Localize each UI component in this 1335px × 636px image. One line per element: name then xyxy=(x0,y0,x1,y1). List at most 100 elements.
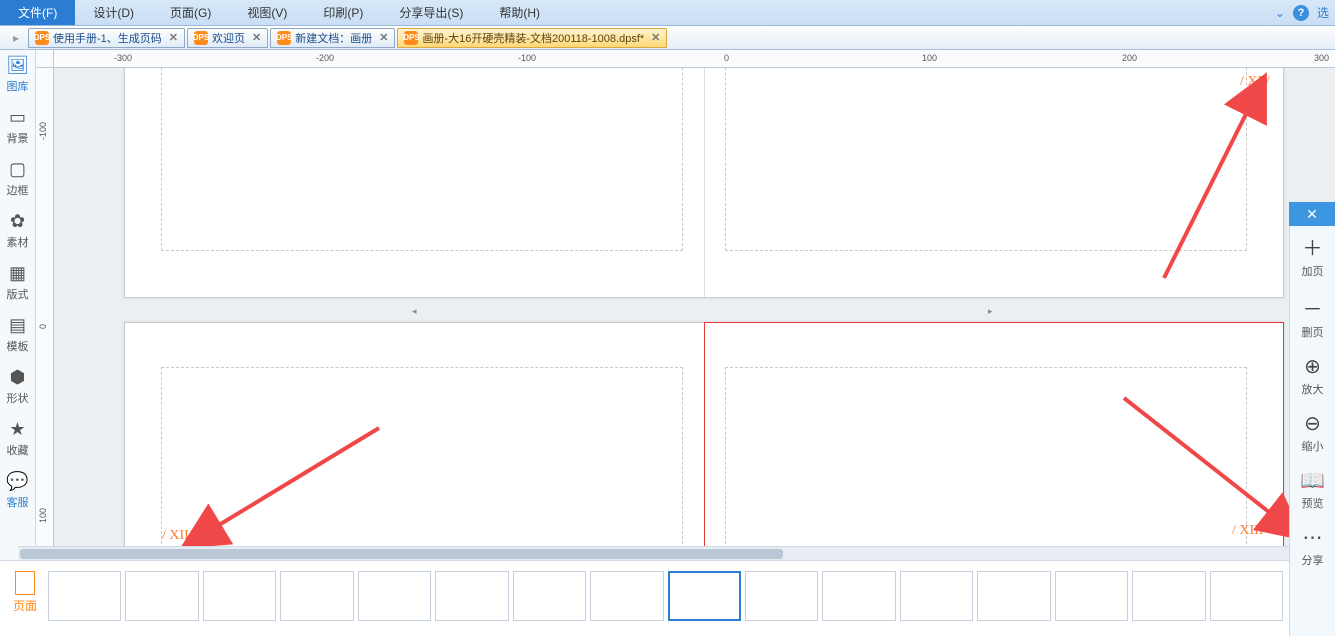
page-thumb[interactable] xyxy=(435,571,508,621)
tab-label: 画册-大16开硬壳精装-文档200118-1008.dpsf* xyxy=(422,30,644,46)
doc-icon: DPS xyxy=(35,31,49,45)
menu-view[interactable]: 视图(V) xyxy=(229,0,305,25)
page-thumb[interactable] xyxy=(1055,571,1128,621)
page-thumb[interactable] xyxy=(358,571,431,621)
tabbar: ▸ DPS 使用手册-1、生成页码 ✕ DPS 欢迎页 ✕ DPS 新建文档：画… xyxy=(0,26,1335,50)
sidebar-support[interactable]: 💬客服 xyxy=(1,470,35,510)
page-thumb[interactable] xyxy=(280,571,353,621)
menu-export[interactable]: 分享导出(S) xyxy=(381,0,481,25)
close-icon[interactable]: ✕ xyxy=(651,31,660,44)
page-thumb[interactable] xyxy=(1132,571,1205,621)
zoom-in-icon: ⊕ xyxy=(1304,354,1321,379)
handle-icon: ◂ xyxy=(412,306,418,312)
close-icon[interactable]: ✕ xyxy=(252,31,261,44)
canvas-inner[interactable]: / XI / ◂ ▸ / XII / / XIII xyxy=(54,68,1335,560)
sidebar-favorite[interactable]: ★收藏 xyxy=(1,418,35,458)
tab-label: 新建文档：画册 xyxy=(295,30,372,46)
page-tab-label: 页面 xyxy=(13,597,37,614)
delete-page-button[interactable]: －删页 xyxy=(1302,293,1324,340)
margin-left xyxy=(161,68,683,251)
doc-icon: DPS xyxy=(277,31,291,45)
spine xyxy=(704,68,705,297)
zoom-out-button[interactable]: ⊖缩小 xyxy=(1302,411,1324,454)
ruler-horizontal: -300 -200 -100 0 100 200 300 xyxy=(54,50,1335,68)
menu-help[interactable]: 帮助(H) xyxy=(481,0,558,25)
page-thumb[interactable] xyxy=(745,571,818,621)
chevron-down-icon[interactable]: ⌄ xyxy=(1275,6,1285,20)
rp-label: 预览 xyxy=(1302,495,1324,511)
sidebar-background[interactable]: ▭背景 xyxy=(1,106,35,146)
ruler-tick: -200 xyxy=(316,53,334,63)
arrow-annotation xyxy=(1114,388,1294,541)
help-icon[interactable]: ? xyxy=(1293,5,1309,21)
page-thumb[interactable] xyxy=(513,571,586,621)
close-icon[interactable]: ✕ xyxy=(379,31,388,44)
add-page-button[interactable]: ＋加页 xyxy=(1302,232,1324,279)
sidebar-shape[interactable]: ⬢形状 xyxy=(1,366,35,406)
sidebar-gallery[interactable]: 🖼图库 xyxy=(1,54,35,94)
horizontal-scrollbar[interactable] xyxy=(18,546,1289,560)
right-panel: ✕ ＋加页 －删页 ⊕放大 ⊖缩小 📖预览 ⋯分享 xyxy=(1289,226,1335,636)
page-thumb[interactable] xyxy=(977,571,1050,621)
play-icon[interactable]: ▸ xyxy=(4,31,28,45)
close-icon[interactable]: ✕ xyxy=(169,31,178,44)
tab-current-doc[interactable]: DPS 画册-大16开硬壳精装-文档200118-1008.dpsf* ✕ xyxy=(397,28,667,48)
page-thumbnails xyxy=(48,565,1283,632)
page-thumb[interactable] xyxy=(900,571,973,621)
tab-welcome[interactable]: DPS 欢迎页 ✕ xyxy=(187,28,268,48)
bottom-bar: 页面 xyxy=(0,560,1289,636)
sidebar-label: 图库 xyxy=(7,78,29,94)
flower-icon: ✿ xyxy=(7,210,29,232)
sidebar-layout[interactable]: ▦版式 xyxy=(1,262,35,302)
tab-manual[interactable]: DPS 使用手册-1、生成页码 ✕ xyxy=(28,28,185,48)
ruler-tick: 300 xyxy=(1314,53,1329,63)
sidebar-label: 收藏 xyxy=(7,442,29,458)
ruler-tick: -300 xyxy=(114,53,132,63)
minus-icon: － xyxy=(1303,293,1323,322)
sidebar-label: 素材 xyxy=(7,234,29,250)
sidebar-label: 模板 xyxy=(7,338,29,354)
ruler-tick: 0 xyxy=(724,53,729,63)
left-sidebar: 🖼图库 ▭背景 ▢边框 ✿ 素材 ▦版式 ▤ 模板 ⬢形状 ★收藏 💬客服 xyxy=(0,50,36,560)
book-icon: 📖 xyxy=(1300,468,1325,493)
sidebar-template[interactable]: ▤ 模板 xyxy=(1,314,35,354)
page-number-xii: / XII / xyxy=(162,528,196,544)
sidebar-label: 版式 xyxy=(7,286,29,302)
menu-print[interactable]: 印刷(P) xyxy=(305,0,381,25)
panel-close[interactable]: ✕ xyxy=(1289,202,1335,226)
rp-label: 分享 xyxy=(1302,552,1324,568)
scrollbar-thumb[interactable] xyxy=(20,549,783,559)
ruler-tick: 0 xyxy=(38,324,48,329)
menu-page[interactable]: 页面(G) xyxy=(152,0,229,25)
page-panel-tab[interactable]: 页面 xyxy=(6,565,44,632)
doc-icon: DPS xyxy=(404,31,418,45)
zoom-out-icon: ⊖ xyxy=(1304,411,1321,436)
page-thumb[interactable] xyxy=(668,571,742,621)
share-button[interactable]: ⋯分享 xyxy=(1302,525,1324,568)
ruler-tick: 200 xyxy=(1122,53,1137,63)
rp-label: 加页 xyxy=(1302,263,1324,279)
page-thumb[interactable] xyxy=(48,571,121,621)
sidebar-material[interactable]: ✿ 素材 xyxy=(1,210,35,250)
select-label[interactable]: 选 xyxy=(1317,4,1329,21)
ruler-vertical: -100 0 100 xyxy=(36,68,54,560)
menu-design[interactable]: 设计(D) xyxy=(75,0,152,25)
arrow-annotation xyxy=(1154,88,1284,291)
background-icon: ▭ xyxy=(7,106,29,128)
page-thumb[interactable] xyxy=(1210,571,1283,621)
page-icon xyxy=(15,571,35,595)
zoom-in-button[interactable]: ⊕放大 xyxy=(1302,354,1324,397)
page-thumb[interactable] xyxy=(125,571,198,621)
page-thumb[interactable] xyxy=(590,571,663,621)
sidebar-label: 形状 xyxy=(7,390,29,406)
canvas[interactable]: -300 -200 -100 0 100 200 300 -100 0 100 … xyxy=(36,50,1335,560)
page-thumb[interactable] xyxy=(203,571,276,621)
page-thumb[interactable] xyxy=(822,571,895,621)
menu-file[interactable]: 文件(F) xyxy=(0,0,75,25)
spread-top[interactable] xyxy=(124,68,1284,298)
preview-button[interactable]: 📖 预览 xyxy=(1300,468,1325,511)
sidebar-border[interactable]: ▢边框 xyxy=(1,158,35,198)
tab-new-doc[interactable]: DPS 新建文档：画册 ✕ xyxy=(270,28,395,48)
template-icon: ▤ xyxy=(7,314,29,336)
menubar: 文件(F) 设计(D) 页面(G) 视图(V) 印刷(P) 分享导出(S) 帮助… xyxy=(0,0,1335,26)
